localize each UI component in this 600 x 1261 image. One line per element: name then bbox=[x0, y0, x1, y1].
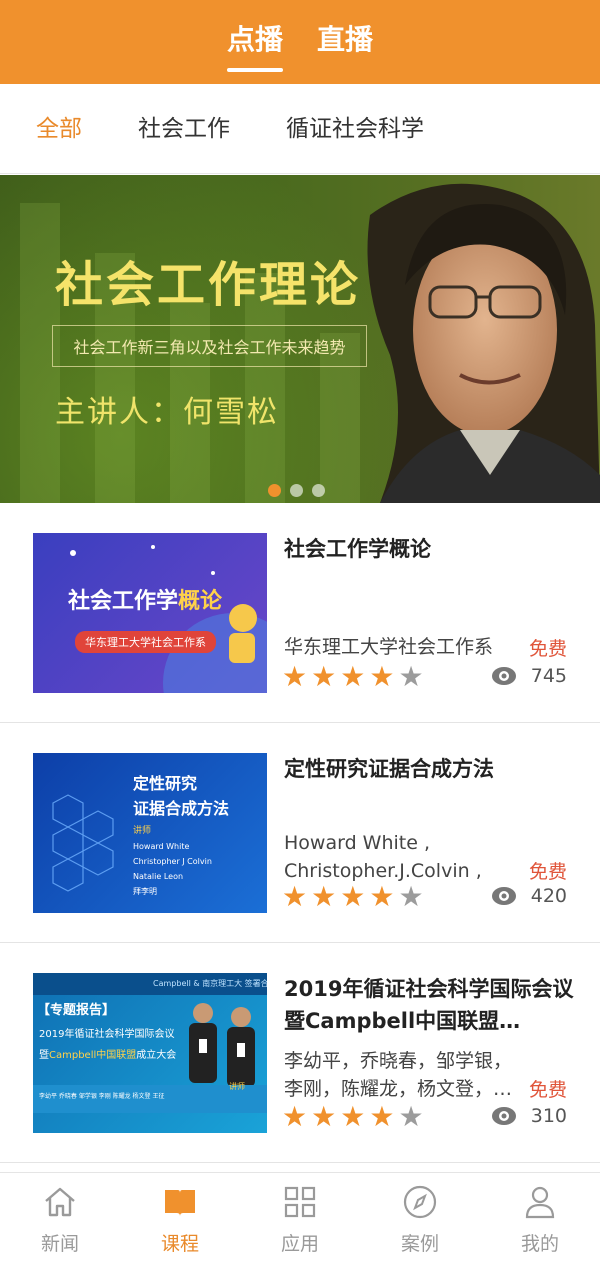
thumbnail-lecturer-name: Natalie Leon bbox=[133, 872, 184, 881]
course-author: 华东理工大学社会工作系 bbox=[284, 636, 494, 658]
course-title: 社会工作学概论 bbox=[284, 537, 431, 561]
course-price: 免费 bbox=[528, 638, 567, 660]
star-icon: ★ bbox=[340, 660, 366, 693]
star-icon: ★ bbox=[369, 1100, 395, 1133]
course-author: Howard White , Christopher.J.Colvin , Na… bbox=[284, 832, 482, 882]
thumbnail-lecturer-name: 拜李明 bbox=[133, 887, 157, 896]
thumbnail-line-2: 暨Campbell中国联盟成立大会 bbox=[39, 1046, 176, 1061]
course-item[interactable]: Campbell & 南京理工大 签署合作备忘录 【专题报告】 2019年循证社… bbox=[0, 943, 600, 1163]
course-author: 李幼平，乔晓春，邹学银，李刚，陈耀龙，杨文登，… bbox=[284, 1050, 513, 1100]
thumbnail-heading: 社会工作学概论 bbox=[68, 583, 222, 615]
star-icon: ★ bbox=[398, 660, 424, 693]
eye-icon bbox=[491, 887, 516, 905]
carousel-indicator bbox=[268, 484, 325, 497]
view-count: 310 bbox=[491, 1105, 567, 1127]
star-icon: ★ bbox=[340, 880, 366, 913]
course-thumbnail: 社会工作学概论 华东理工大学社会工作系 bbox=[33, 533, 267, 693]
thumbnail-lecturer-list: Howard White Christopher J Colvin Natali… bbox=[133, 839, 212, 899]
thumbnail-heading-part-a: 社会工作学 bbox=[68, 589, 179, 614]
thumbnail-lecturer-names: 李幼平 乔晓春 邹学银 李刚 陈耀龙 杨文登 王征 bbox=[39, 1093, 165, 1100]
thumbnail-tag: 【专题报告】 bbox=[37, 1003, 116, 1018]
course-thumbnail: 定性研究 证据合成方法 讲师 Howard White Christopher … bbox=[33, 753, 267, 913]
view-count: 745 bbox=[491, 665, 567, 687]
course-item[interactable]: 定性研究 证据合成方法 讲师 Howard White Christopher … bbox=[0, 723, 600, 943]
nav-apps[interactable]: 应用 bbox=[240, 1173, 360, 1261]
thumbnail-banner-text: Campbell & 南京理工大 签署合作备忘录 bbox=[33, 973, 267, 995]
banner-subtitle: 社会工作新三角以及社会工作未来趋势 bbox=[73, 338, 346, 357]
book-icon bbox=[165, 1190, 195, 1216]
bottom-navigation: 新闻 课程 应用 案例 我的 bbox=[0, 1172, 600, 1261]
banner-speaker: 主讲人：何雪松 bbox=[55, 395, 279, 430]
tab-on-demand[interactable]: 点播 bbox=[226, 18, 284, 72]
view-count-value: 745 bbox=[530, 665, 567, 687]
category-active-indicator bbox=[0, 84, 600, 174]
course-item[interactable]: 社会工作学概论 华东理工大学社会工作系 社会工作学概论 华东理工大学社会工作系 … bbox=[0, 503, 600, 723]
star-icon: ★ bbox=[311, 1100, 337, 1133]
star-icon: ★ bbox=[398, 880, 424, 913]
thumbnail-line-2a: 暨 bbox=[39, 1050, 49, 1061]
star-icon: ★ bbox=[369, 880, 395, 913]
rating-stars: ★ ★ ★ ★ ★ bbox=[282, 663, 424, 691]
thumbnail-lecturer-label: 讲师 bbox=[229, 1082, 245, 1091]
thumbnail-line-1: 定性研究 bbox=[133, 774, 198, 793]
rating-stars: ★ ★ ★ ★ ★ bbox=[282, 883, 424, 911]
star-icon: ★ bbox=[311, 660, 337, 693]
thumbnail-line-2b: Campbell中国联盟 bbox=[49, 1050, 137, 1061]
star-icon: ★ bbox=[340, 1100, 366, 1133]
compass-icon bbox=[403, 1185, 437, 1219]
thumbnail-lecturer-name: Howard White bbox=[133, 842, 190, 851]
user-icon bbox=[525, 1186, 555, 1219]
nav-news[interactable]: 新闻 bbox=[0, 1173, 120, 1261]
course-price: 免费 bbox=[528, 1079, 567, 1101]
thumbnail-lecturer-label: 讲师 bbox=[133, 826, 152, 836]
thumbnail-line-1: 2019年循证社会科学国际会议 bbox=[39, 1029, 175, 1040]
star-icon: ★ bbox=[282, 880, 308, 913]
eye-icon bbox=[491, 667, 516, 685]
nav-label: 案例 bbox=[400, 1233, 439, 1255]
banner-title: 社会工作理论 bbox=[55, 257, 362, 313]
carousel-dot[interactable] bbox=[268, 484, 281, 497]
view-count-value: 420 bbox=[530, 885, 567, 907]
nav-label: 应用 bbox=[280, 1233, 319, 1255]
nav-label: 我的 bbox=[520, 1233, 559, 1255]
top-header: 点播 直播 bbox=[0, 0, 600, 84]
view-count-value: 310 bbox=[530, 1105, 567, 1127]
thumbnail-heading-part-b: 概论 bbox=[178, 589, 223, 614]
view-count: 420 bbox=[491, 885, 567, 907]
star-icon: ★ bbox=[311, 880, 337, 913]
thumbnail-lecturer-name: Christopher J Colvin bbox=[133, 857, 212, 866]
nav-label: 新闻 bbox=[40, 1233, 79, 1255]
speaker-portrait bbox=[367, 183, 600, 503]
course-title: 2019年循证社会科学国际会议暨Campbell中国联盟… bbox=[284, 977, 574, 1033]
carousel-dot[interactable] bbox=[290, 484, 303, 497]
rating-stars: ★ ★ ★ ★ ★ bbox=[282, 1103, 424, 1131]
nav-label: 课程 bbox=[160, 1233, 199, 1255]
thumbnail-line-2c: 成立大会 bbox=[136, 1050, 177, 1061]
banner-subtitle-box: 社会工作新三角以及社会工作未来趋势 bbox=[52, 325, 367, 367]
nav-courses[interactable]: 课程 bbox=[120, 1173, 240, 1261]
grid-icon bbox=[284, 1186, 316, 1218]
star-icon: ★ bbox=[398, 1100, 424, 1133]
course-thumbnail: Campbell & 南京理工大 签署合作备忘录 【专题报告】 2019年循证社… bbox=[33, 973, 267, 1133]
tab-live[interactable]: 直播 bbox=[317, 18, 373, 66]
course-price: 免费 bbox=[528, 861, 567, 883]
eye-icon bbox=[491, 1107, 516, 1125]
thumbnail-line-2: 证据合成方法 bbox=[133, 799, 230, 818]
course-title: 定性研究证据合成方法 bbox=[284, 757, 494, 781]
star-icon: ★ bbox=[282, 660, 308, 693]
nav-cases[interactable]: 案例 bbox=[360, 1173, 480, 1261]
star-icon: ★ bbox=[369, 660, 395, 693]
thumbnail-tag: 华东理工大学社会工作系 bbox=[75, 631, 216, 653]
carousel-dot[interactable] bbox=[312, 484, 325, 497]
banner-carousel[interactable]: 社会工作理论 社会工作新三角以及社会工作未来趋势 主讲人：何雪松 bbox=[0, 175, 600, 503]
nav-mine[interactable]: 我的 bbox=[480, 1173, 600, 1261]
home-icon bbox=[45, 1187, 75, 1217]
star-icon: ★ bbox=[282, 1100, 308, 1133]
